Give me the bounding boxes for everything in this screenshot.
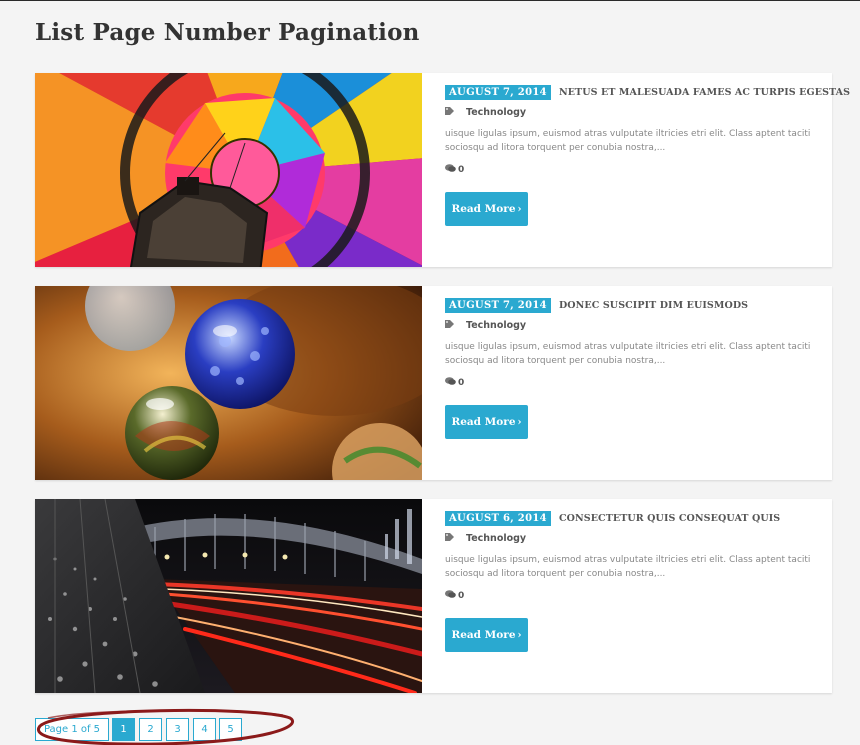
post-thumbnail-bridge-night-traffic[interactable]: [35, 499, 422, 693]
read-more-button[interactable]: Read More ›: [445, 405, 528, 439]
post-title-link[interactable]: DONEC SUSCIPIT DIM EUISMODS: [559, 300, 748, 311]
pagination-info: Page 1 of 5: [35, 718, 109, 741]
post-date-badge: AUGUST 6, 2014: [445, 511, 551, 526]
page-link-4[interactable]: 4: [193, 718, 216, 741]
tag-icon: [445, 107, 454, 115]
read-more-label: Read More: [451, 203, 516, 215]
page-title: List Page Number Pagination: [35, 19, 420, 46]
post-card: AUGUST 7, 2014 DONEC SUSCIPIT DIM EUISMO…: [35, 286, 832, 480]
read-more-button[interactable]: Read More ›: [445, 618, 528, 652]
tag-icon: [445, 533, 454, 541]
post-category-link[interactable]: Technology: [466, 320, 526, 331]
chevron-right-icon: ›: [517, 417, 522, 428]
comment-icon: [445, 590, 456, 598]
chevron-right-icon: ›: [517, 630, 522, 641]
tag-icon: [445, 320, 454, 328]
read-more-label: Read More: [451, 629, 516, 641]
comment-icon: [445, 164, 456, 172]
post-date-badge: AUGUST 7, 2014: [445, 298, 551, 313]
post-card: AUGUST 6, 2014 CONSECTETUR QUIS CONSEQUA…: [35, 499, 832, 693]
page-link-3[interactable]: 3: [166, 718, 189, 741]
glass-marbles-image: [35, 286, 422, 480]
comment-count[interactable]: 0: [458, 165, 464, 175]
read-more-label: Read More: [451, 416, 516, 428]
post-thumbnail-hot-air-balloon[interactable]: [35, 73, 422, 267]
post-excerpt: uisque ligulas ipsum, euismod atras vulp…: [445, 342, 811, 366]
read-more-button[interactable]: Read More ›: [445, 192, 528, 226]
page-link-1[interactable]: 1: [112, 718, 135, 741]
post-category-link[interactable]: Technology: [466, 533, 526, 544]
post-title-link[interactable]: NETUS ET MALESUADA FAMES AC TURPIS EGEST…: [559, 87, 850, 98]
chevron-right-icon: ›: [517, 204, 522, 215]
page-link-5[interactable]: 5: [219, 718, 242, 741]
post-excerpt: uisque ligulas ipsum, euismod atras vulp…: [445, 129, 811, 153]
page-link-2[interactable]: 2: [139, 718, 162, 741]
hot-air-balloon-image: [35, 73, 422, 267]
comment-count[interactable]: 0: [458, 378, 464, 388]
post-excerpt: uisque ligulas ipsum, euismod atras vulp…: [445, 555, 811, 579]
comment-icon: [445, 377, 456, 385]
bridge-night-traffic-image: [35, 499, 422, 693]
post-date-badge: AUGUST 7, 2014: [445, 85, 551, 100]
post-card: AUGUST 7, 2014 NETUS ET MALESUADA FAMES …: [35, 73, 850, 267]
comment-count[interactable]: 0: [458, 591, 464, 601]
post-category-link[interactable]: Technology: [466, 107, 526, 118]
post-title-link[interactable]: CONSECTETUR QUIS CONSEQUAT QUIS: [559, 513, 780, 524]
post-thumbnail-glass-marbles[interactable]: [35, 286, 422, 480]
